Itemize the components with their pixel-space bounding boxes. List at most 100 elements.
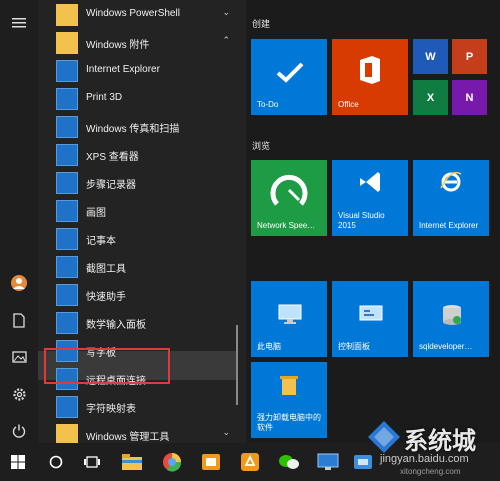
excel-icon: X [426,91,435,104]
tile-uninstaller[interactable]: 强力卸载电脑中的软件 [251,362,327,438]
taskbar-browser[interactable] [154,443,190,481]
quick-assist-icon [56,284,78,306]
watermark-logo-icon [368,421,400,453]
fax-scan-icon [56,116,78,138]
remote-desktop-icon [317,453,339,470]
app-list-item[interactable]: Windows 传真和扫描 [38,113,238,140]
tile-network-speed[interactable]: Network Spee… [251,160,327,236]
taskbar-wechat[interactable] [271,443,307,481]
tile-todo[interactable]: To-Do [251,39,327,115]
snipping-tool-icon [56,256,78,278]
tile-word[interactable]: W [413,39,448,74]
item-label: Internet Explorer [86,64,160,75]
cortana-circle-icon [49,455,63,469]
taskbar-app-orange[interactable] [193,443,229,481]
print-3d-icon [56,88,78,110]
app-list-item[interactable]: 记事本 [38,225,238,252]
database-icon [443,305,461,325]
search-button[interactable] [38,443,74,481]
math-input-icon [56,312,78,334]
notepad-icon [56,228,78,250]
documents-button[interactable] [0,301,38,339]
hamburger-icon [12,18,26,28]
recycle-bin-icon [280,376,298,395]
tile-internet-explorer[interactable]: Internet Explorer [413,160,489,236]
tile-label: 此电脑 [257,342,281,351]
folder-item[interactable]: Windows 管理工具 ⌄ [38,421,238,443]
app-list-item[interactable]: 快速助手 [38,281,238,308]
app-list-item[interactable]: XPS 查看器 [38,141,238,168]
app-list-item[interactable]: 截图工具 [38,253,238,280]
chevron-down-icon: ⌄ [222,427,230,437]
gear-icon [12,387,26,401]
speedometer-icon [270,174,308,206]
app-orange-icon [202,454,220,470]
folder-icon [56,32,78,54]
tile-onenote[interactable]: N [452,80,487,115]
tile-powerpoint[interactable]: P [452,39,487,74]
office-icon [360,56,380,84]
powerpoint-icon: P [465,50,474,63]
tile-label: Internet Explorer [419,221,479,230]
task-view-icon [84,456,100,468]
app-list-item[interactable]: Print 3D [38,85,238,112]
watermark: 系统城 jingyan.baidu.com xitongcheng.com [360,415,500,479]
steps-recorder-icon [56,172,78,194]
tile-this-pc[interactable]: 此电脑 [251,281,327,357]
tile-label: Office [338,100,359,109]
tile-control-panel[interactable]: 控制面板 [332,281,408,357]
character-map-icon [56,396,78,418]
tile-excel[interactable]: X [413,80,448,115]
internet-explorer-icon [440,171,462,192]
tile-sqldeveloper[interactable]: sqldeveloper… [413,281,489,357]
xps-viewer-icon [56,144,78,166]
app-list-item[interactable]: Internet Explorer [38,57,238,84]
tile-area: 创建 浏览 To-Do Office W P X N Network Spee…… [246,0,500,443]
paint-icon [56,200,78,222]
taskbar-remote-desktop[interactable] [310,443,346,481]
watermark-sub: xitongcheng.com [400,467,461,476]
pictures-button[interactable] [0,338,38,376]
watermark-brand: 系统城 [404,428,476,455]
folder-item[interactable]: Windows PowerShell ⌄ [38,1,238,28]
onenote-icon: N [465,91,474,104]
checkmark-icon [276,62,304,83]
app-list-item[interactable]: 画图 [38,197,238,224]
tile-visual-studio[interactable]: Visual Studio 2015 [332,160,408,236]
hamburger-menu-button[interactable] [0,4,38,42]
item-label: Windows PowerShell [86,8,180,19]
item-label: Windows 传真和扫描 [86,124,180,135]
start-rail [0,0,38,443]
start-button[interactable] [0,443,36,481]
app-list-scrollbar[interactable] [236,325,238,405]
folder-icon [122,454,142,470]
watermark-url: jingyan.baidu.com [380,453,469,465]
settings-button[interactable] [0,375,38,413]
user-avatar-button[interactable] [0,264,38,302]
app-list-item[interactable]: 步骤记录器 [38,169,238,196]
group-title-browse: 浏览 [252,141,271,151]
app-list-item[interactable]: 数学输入面板 [38,309,238,336]
power-icon [12,424,26,438]
highlight-annotation-box [44,348,170,384]
chevron-up-icon: ⌃ [222,35,230,45]
tile-label: To-Do [257,100,279,109]
taskbar-recycle-tool[interactable] [232,443,268,481]
item-label: Windows 管理工具 [86,432,170,443]
item-label: 记事本 [86,236,116,247]
folder-item[interactable]: Windows 附件 ⌃ [38,29,238,56]
app-list-item[interactable]: 字符映射表 [38,393,238,420]
tile-label: sqldeveloper… [419,342,473,351]
tile-office[interactable]: Office [332,39,408,115]
item-label: 数学输入面板 [86,320,146,331]
item-label: Print 3D [86,92,123,103]
task-view-button[interactable] [74,443,110,481]
windows-logo-icon [11,455,25,469]
picture-icon [11,351,27,363]
recycle-icon [241,453,259,471]
item-label: 截图工具 [86,264,126,275]
item-label: 快速助手 [86,292,126,303]
taskbar-file-explorer[interactable] [114,443,150,481]
visual-studio-icon [360,172,380,192]
group-title-create: 创建 [252,19,271,29]
